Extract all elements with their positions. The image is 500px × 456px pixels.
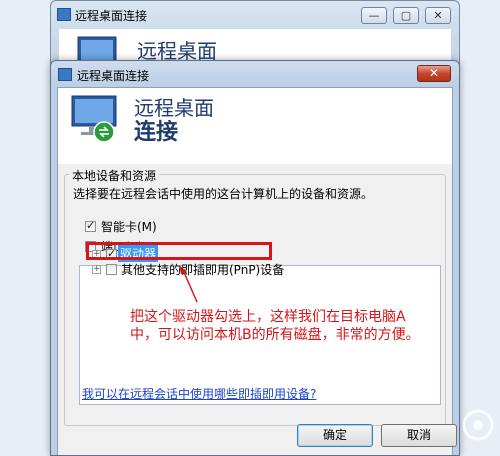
background-close-button[interactable]: ✕ xyxy=(425,7,451,24)
annotation-arrow-icon xyxy=(179,265,198,303)
maximize-button[interactable]: ▢ xyxy=(393,7,419,24)
dialog-banner: 远程桌面 连接 xyxy=(58,88,452,156)
minimize-button[interactable]: — xyxy=(361,7,387,24)
remote-desktop-icon xyxy=(71,95,117,143)
background-window-title: 远程桌面连接 xyxy=(75,9,148,23)
expand-pnp-icon[interactable]: + xyxy=(92,265,101,274)
annotation-text: 把这个驱动器勾选上，这样我们在目标电脑A中，可以访问本机B的所有磁盘，非常的方便… xyxy=(130,309,420,343)
smartcard-checkbox[interactable] xyxy=(85,219,96,232)
highlight-box xyxy=(86,242,272,260)
close-button[interactable]: ✕ xyxy=(417,65,451,82)
pnp-checkbox[interactable] xyxy=(106,264,117,275)
app-icon xyxy=(57,8,71,21)
ok-button[interactable]: 确定 xyxy=(297,424,373,447)
banner-title: 远程桌面 xyxy=(134,96,214,120)
group-description: 选择要在远程会话中使用的这台计算机上的设备和资源。 xyxy=(73,187,374,201)
dialog-app-icon xyxy=(58,68,72,81)
watermark-logo xyxy=(440,405,498,453)
banner-subtitle: 连接 xyxy=(134,120,179,145)
pnp-help-link[interactable]: 我可以在远程会话中使用哪些即插即用设备? xyxy=(82,385,316,402)
group-label: 本地设备和资源 xyxy=(69,167,160,184)
smartcard-label: 智能卡(M) xyxy=(101,220,157,234)
dialog-title: 远程桌面连接 xyxy=(77,69,150,83)
